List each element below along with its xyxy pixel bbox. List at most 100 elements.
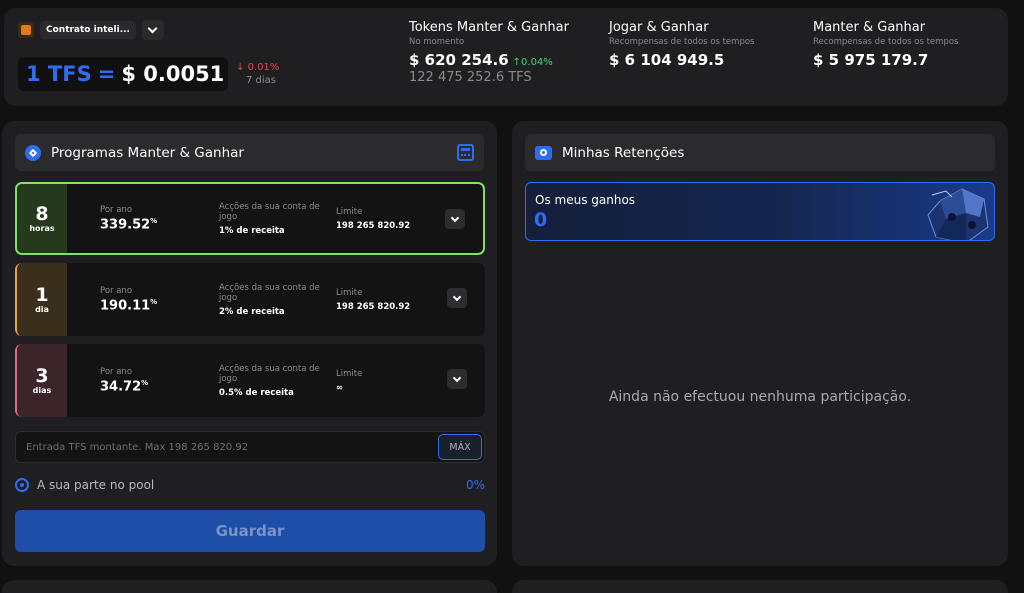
program-duration: 8 horas bbox=[17, 184, 67, 253]
token-price: 1 TFS = $ 0.0051 bbox=[18, 57, 228, 91]
amount-input[interactable] bbox=[16, 432, 426, 462]
holdings-icon bbox=[535, 145, 552, 160]
holdings-header: Minhas Retenções bbox=[525, 134, 995, 171]
rate-suffix: % bbox=[141, 378, 149, 387]
program-actions: Acções da sua conta de jogo 2% de receit… bbox=[219, 263, 329, 336]
crystal-icon bbox=[927, 188, 989, 240]
revenue-value: 0.5% de receita bbox=[219, 387, 294, 398]
stat-subtitle: No momento bbox=[409, 37, 465, 47]
actions-label: Acções da sua conta de jogo bbox=[219, 363, 320, 384]
revenue-value: 2% de receita bbox=[219, 306, 285, 317]
program-actions: Acções da sua conta de jogo 1% de receit… bbox=[219, 184, 329, 253]
program-actions: Acções da sua conta de jogo 0.5% de rece… bbox=[219, 344, 329, 417]
program-duration-value: 1 bbox=[35, 284, 49, 306]
calculator-icon[interactable] bbox=[457, 144, 474, 161]
rate-number: 190.11 bbox=[100, 298, 151, 314]
program-card-8h[interactable]: 8 horas Por ano 339.52% Acções da sua co… bbox=[15, 182, 485, 255]
actions-label: Acções da sua conta de jogo bbox=[219, 282, 320, 303]
programs-panel: Programas Manter & Ganhar 8 horas Por an… bbox=[2, 121, 497, 566]
rate-number: 34.72 bbox=[100, 379, 142, 395]
rate-value: 34.72% bbox=[100, 379, 148, 394]
price-change-value: 0.01% bbox=[247, 62, 280, 73]
program-duration-value: 8 bbox=[35, 203, 49, 225]
stat-value-text: $ 620 254.6 bbox=[409, 51, 509, 69]
stat-delta: ↑0.04% bbox=[513, 57, 553, 68]
chevron-down-icon bbox=[452, 292, 462, 301]
rate-suffix: % bbox=[150, 216, 158, 225]
program-rate: Por ano 339.52% bbox=[100, 184, 157, 253]
contract-logo-icon bbox=[18, 22, 34, 38]
max-button[interactable]: MÁX bbox=[438, 434, 482, 460]
program-limit: Limite ∞ bbox=[336, 344, 362, 417]
contract-selector[interactable]: Contrato inteli... bbox=[18, 20, 164, 40]
rate-value: 190.11% bbox=[100, 298, 157, 313]
stat-subtitle: Recompensas de todos os tempos bbox=[813, 37, 959, 47]
contract-label[interactable]: Contrato inteli... bbox=[40, 21, 136, 39]
programs-title: Programas Manter & Ganhar bbox=[51, 144, 244, 161]
chevron-down-icon bbox=[148, 23, 158, 34]
holdings-title: Minhas Retenções bbox=[562, 144, 685, 161]
program-duration-value: 3 bbox=[35, 365, 49, 387]
stat-delta-value: 0.04% bbox=[521, 57, 553, 68]
stat-value: $ 620 254.6 ↑0.04% bbox=[409, 51, 569, 69]
programs-header: Programas Manter & Ganhar bbox=[15, 134, 484, 171]
expand-button[interactable] bbox=[445, 209, 465, 229]
price-change: ↓ 0.01% bbox=[236, 62, 279, 73]
program-card-1d[interactable]: 1 dia Por ano 190.11% Acções da sua cont… bbox=[15, 263, 485, 336]
program-rate: Por ano 34.72% bbox=[100, 344, 148, 417]
price-token: 1 TFS bbox=[26, 62, 92, 86]
limit-label: Limite bbox=[336, 368, 363, 379]
expand-button[interactable] bbox=[447, 369, 467, 389]
rate-value: 339.52% bbox=[100, 217, 157, 232]
empty-message: Ainda não efectuou nenhuma participação. bbox=[608, 389, 912, 405]
contract-dropdown-button[interactable] bbox=[141, 20, 164, 40]
next-panel-right bbox=[512, 580, 1008, 593]
program-duration: 1 dia bbox=[17, 263, 67, 336]
gains-label: Os meus ganhos bbox=[535, 193, 636, 207]
actions-label: Acções da sua conta de jogo bbox=[219, 201, 320, 222]
price-value: $ 0.0051 bbox=[121, 62, 225, 86]
chevron-down-icon bbox=[452, 373, 462, 382]
rate-label: Por ano bbox=[100, 285, 133, 296]
program-duration-unit: horas bbox=[29, 224, 55, 233]
rate-suffix: % bbox=[150, 297, 158, 306]
stat-title: Manter & Ganhar bbox=[813, 20, 926, 35]
rate-number: 339.52 bbox=[100, 217, 151, 233]
stat-value: $ 5 975 179.7 bbox=[813, 51, 929, 69]
program-limit: Limite 198 265 820.92 bbox=[336, 184, 410, 253]
pool-share: A sua parte no pool 0% bbox=[15, 476, 485, 494]
next-panel-left bbox=[2, 580, 497, 593]
limit-value: ∞ bbox=[336, 382, 344, 393]
price-equals: = bbox=[97, 62, 116, 86]
pool-value: 0% bbox=[465, 478, 485, 492]
program-card-3d[interactable]: 3 dias Por ano 34.72% Acções da sua cont… bbox=[15, 344, 485, 417]
revenue-value: 1% de receita bbox=[219, 225, 285, 236]
rate-label: Por ano bbox=[100, 366, 133, 377]
limit-label: Limite bbox=[336, 206, 363, 217]
program-duration: 3 dias bbox=[17, 344, 67, 417]
limit-value: 198 265 820.92 bbox=[336, 220, 411, 231]
holdings-panel: Minhas Retenções Os meus ganhos 0 Ainda … bbox=[512, 121, 1008, 566]
program-rate: Por ano 190.11% bbox=[100, 263, 157, 336]
stat-play-earn: Jogar & Ganhar Recompensas de todos os t… bbox=[609, 20, 754, 69]
stat-title: Tokens Manter & Ganhar bbox=[409, 20, 569, 35]
expand-button[interactable] bbox=[447, 288, 467, 308]
stat-hold-earn: Manter & Ganhar Recompensas de todos os … bbox=[813, 20, 958, 69]
price-period: 7 dias bbox=[246, 75, 277, 86]
stat-value: $ 6 104 949.5 bbox=[609, 51, 725, 69]
stat-extra: 122 475 252.6 TFS bbox=[409, 70, 532, 85]
stat-title: Jogar & Ganhar bbox=[609, 20, 709, 35]
limit-value: 198 265 820.92 bbox=[336, 301, 411, 312]
stat-tokens-hold: Tokens Manter & Ganhar No momento $ 620 … bbox=[409, 20, 569, 85]
program-duration-unit: dia bbox=[35, 305, 49, 314]
save-button[interactable]: Guardar bbox=[15, 510, 485, 552]
stats-bar: Contrato inteli... 1 TFS = $ 0.0051 ↓ 0.… bbox=[4, 8, 1008, 106]
limit-label: Limite bbox=[336, 287, 363, 298]
arrow-up-icon: ↑ bbox=[512, 57, 522, 68]
program-duration-unit: dias bbox=[32, 386, 52, 395]
program-limit: Limite 198 265 820.92 bbox=[336, 263, 410, 336]
chevron-down-icon bbox=[450, 213, 460, 222]
arrow-down-icon: ↓ bbox=[236, 62, 245, 73]
programs-icon bbox=[25, 144, 41, 161]
gains-card: Os meus ganhos 0 bbox=[525, 182, 995, 241]
